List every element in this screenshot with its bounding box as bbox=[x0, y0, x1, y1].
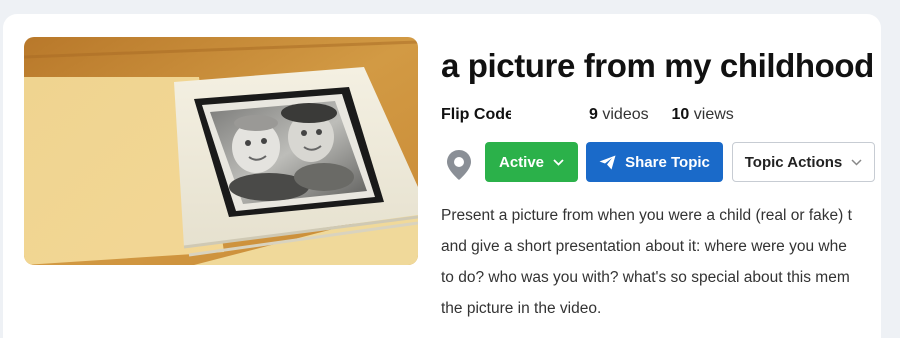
status-active-label: Active bbox=[498, 153, 545, 171]
topic-thumbnail[interactable] bbox=[24, 37, 418, 265]
topic-description: Present a picture from when you were a c… bbox=[441, 200, 881, 324]
description-line: the picture in the video. bbox=[441, 300, 602, 317]
description-line: Present a picture from when you were a c… bbox=[441, 207, 852, 224]
topic-meta: Flip Code 9 videos 10 views bbox=[441, 106, 734, 124]
topic-owner[interactable]: Flip Code bbox=[441, 106, 511, 124]
views-label: views bbox=[693, 106, 734, 123]
description-line: to do? who was you with? what's so speci… bbox=[441, 269, 850, 286]
video-count: 9 bbox=[589, 106, 598, 123]
topic-card: a picture from my childhood Flip Code 9 … bbox=[3, 14, 881, 338]
chevron-down-icon bbox=[553, 158, 564, 166]
topic-actions-dropdown[interactable]: Topic Actions bbox=[732, 142, 875, 182]
description-line: and give a short presentation about it: … bbox=[441, 238, 847, 255]
photo-album-image bbox=[24, 37, 418, 265]
status-active-button[interactable]: Active bbox=[485, 142, 578, 182]
videos-label: videos bbox=[602, 106, 649, 123]
paper-plane-icon bbox=[599, 155, 616, 170]
view-count: 10 bbox=[671, 106, 690, 123]
share-topic-label: Share Topic bbox=[625, 153, 710, 171]
topic-title: a picture from my childhood bbox=[441, 47, 874, 84]
chevron-down-icon bbox=[851, 158, 862, 166]
share-topic-button[interactable]: Share Topic bbox=[586, 142, 723, 182]
topic-stats: 9 videos 10 views bbox=[589, 106, 734, 124]
topic-actions-label: Topic Actions bbox=[744, 153, 843, 171]
map-pin-icon[interactable] bbox=[446, 149, 472, 181]
